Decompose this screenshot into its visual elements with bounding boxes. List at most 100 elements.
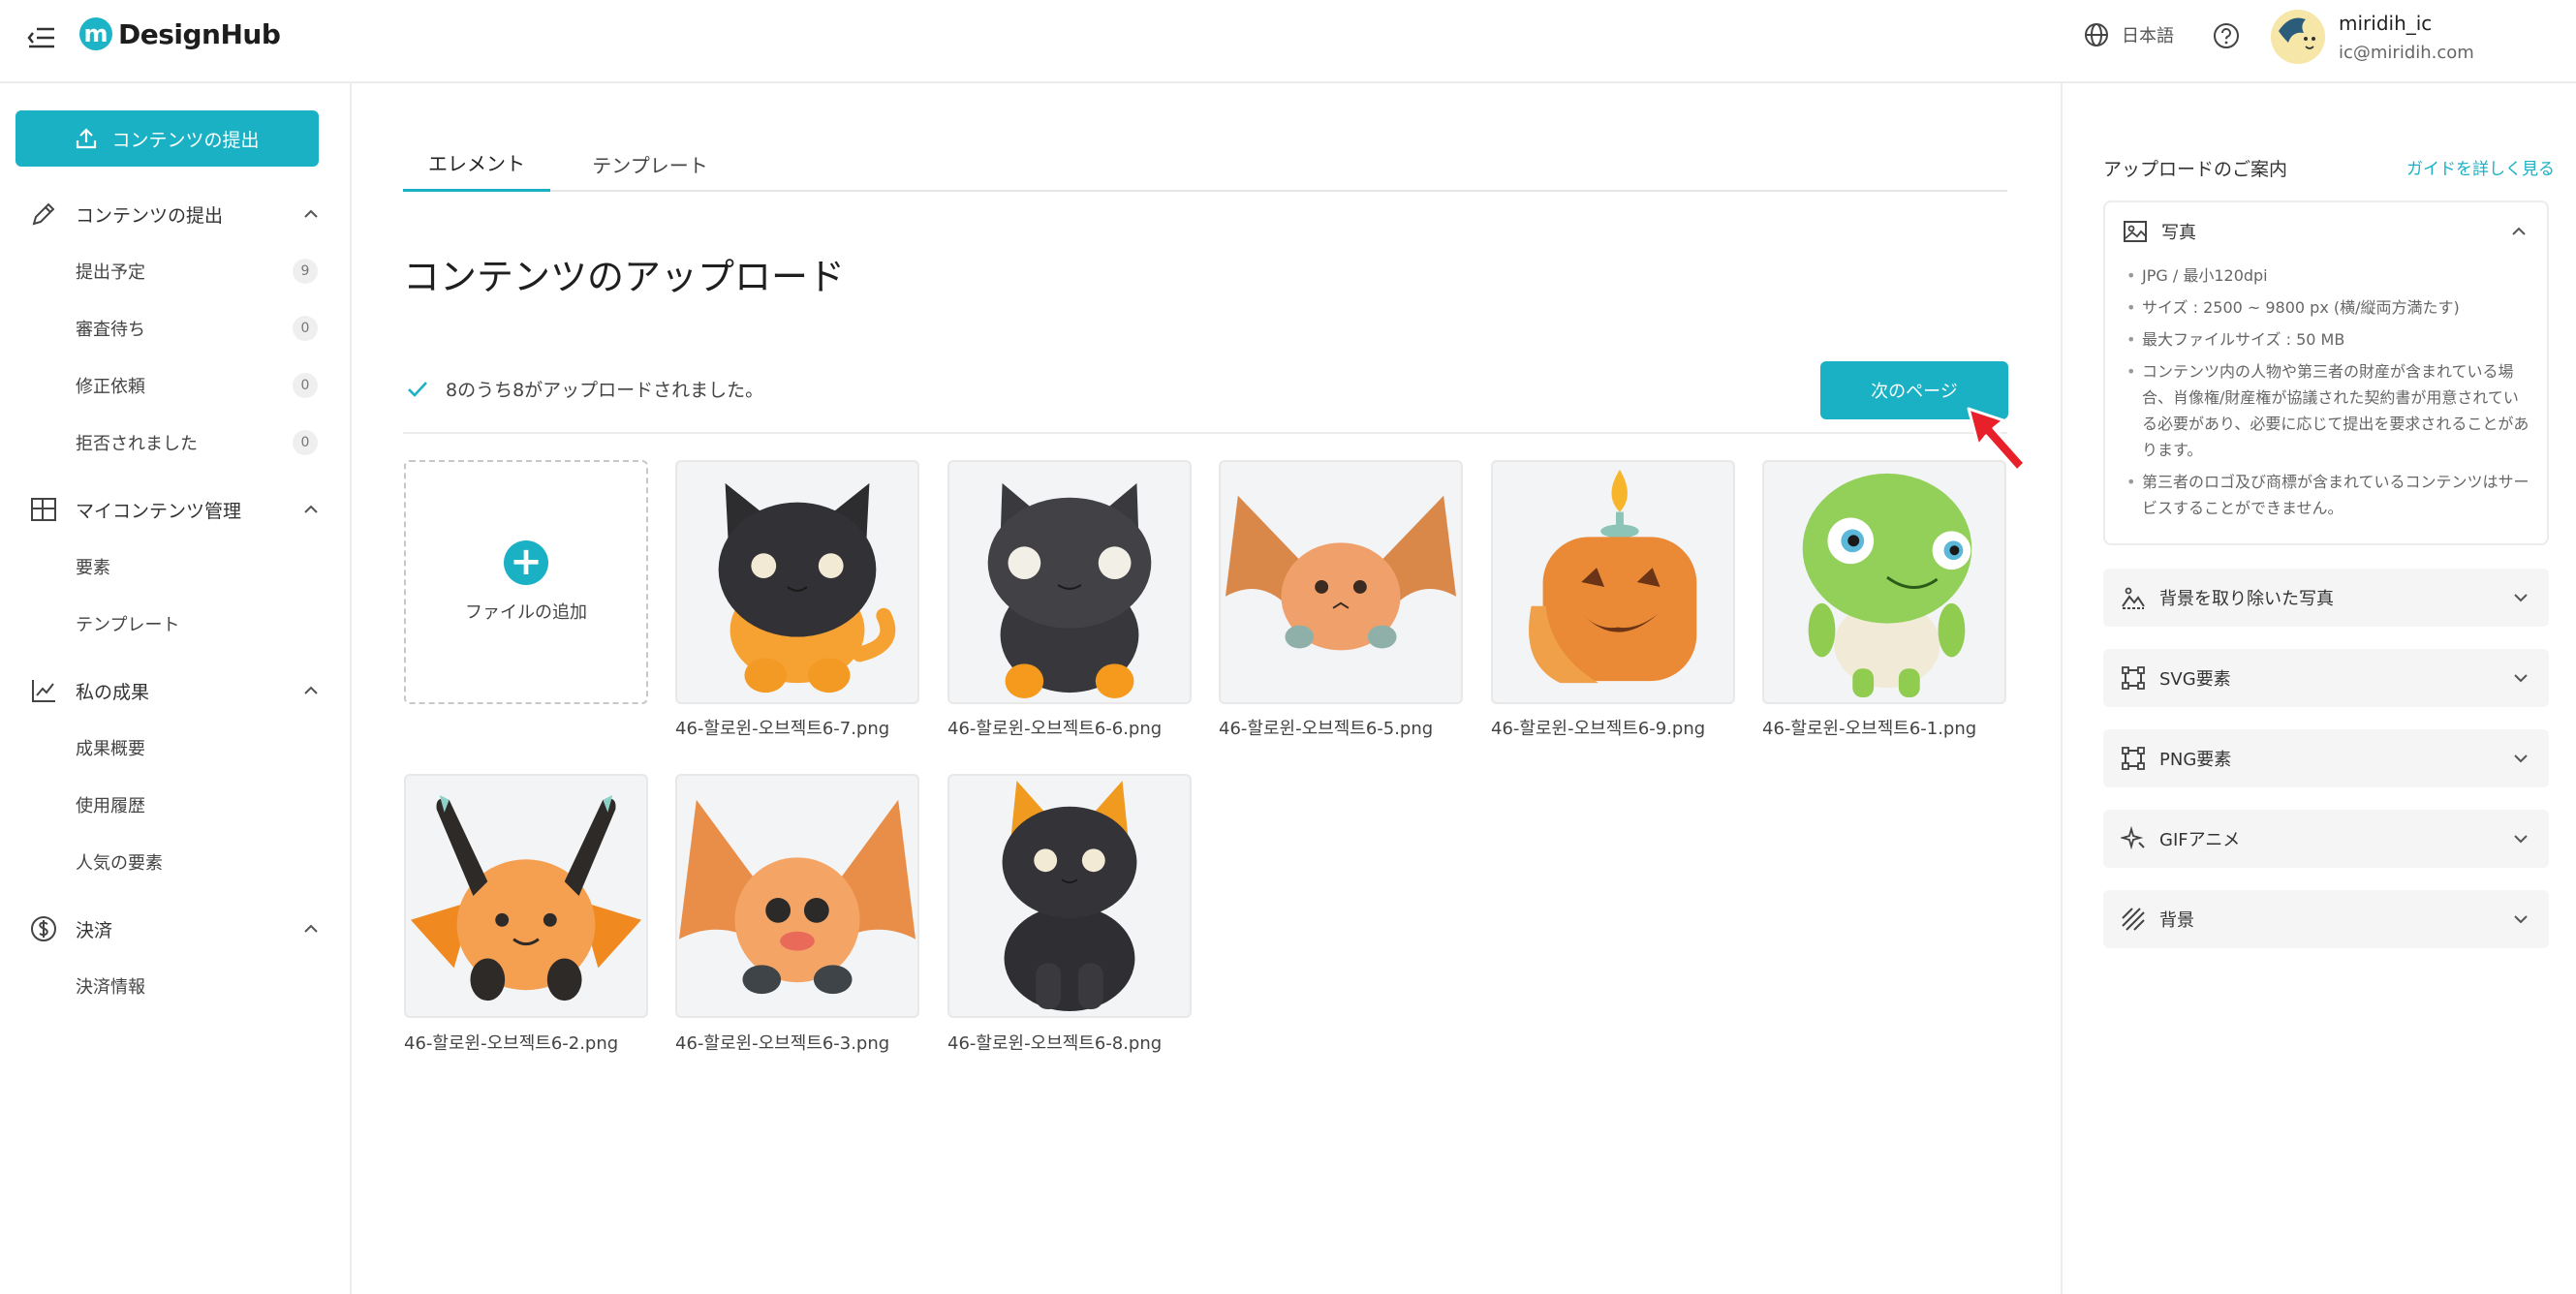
photo-rules-list: JPG / 最小120dpi サイズ : 2500 ~ 9800 px (横/縦… — [2126, 262, 2533, 527]
file-name: 46-할로윈-오브젝트6-2.png — [404, 1033, 619, 1054]
upload-status-text: 8のうち8がアップロードされました。 — [446, 380, 764, 401]
file-name: 46-할로윈-오브젝트6-6.png — [947, 719, 1163, 739]
chevron-up-icon — [2512, 227, 2526, 235]
check-icon — [408, 381, 427, 397]
chevron-up-icon — [304, 924, 318, 933]
dollar-circle-icon — [31, 916, 56, 941]
sidebar-section-my-content[interactable]: マイコンテンツ管理 — [29, 490, 320, 529]
photo-guide-card: 写真 JPG / 最小120dpi サイズ : 2500 ~ 9800 px (… — [2103, 200, 2549, 545]
help-icon[interactable] — [2212, 21, 2241, 50]
sidebar-section-my-results[interactable]: 私の成果 — [29, 671, 320, 710]
file-thumbnail[interactable] — [947, 460, 1192, 704]
sidebar-item-templates[interactable]: テンプレート — [76, 606, 318, 641]
layout-grid-icon — [31, 498, 56, 521]
accordion-cutout-photo[interactable]: 背景を取り除いた写真 — [2103, 569, 2549, 627]
sidebar-item-rejected[interactable]: 拒否されました 0 — [76, 425, 318, 460]
sidebar-section-label: 決済 — [76, 919, 113, 941]
accordion-gif-animation[interactable]: GIFアニメ — [2103, 810, 2549, 868]
chevron-down-icon — [2514, 755, 2528, 763]
guide-detail-link[interactable]: ガイドを詳しく見る — [2406, 155, 2555, 179]
tab-elements[interactable]: エレメント — [403, 136, 550, 192]
file-thumbnail[interactable] — [947, 774, 1192, 1018]
sidebar-item-usage-history[interactable]: 使用履歴 — [76, 787, 318, 822]
eared-bat-figure-image — [410, 794, 642, 1001]
tab-templates[interactable]: テンプレート — [558, 136, 742, 192]
logo-text: DesignHub — [118, 17, 281, 50]
chart-line-icon — [32, 680, 55, 702]
sidebar-item-label: 修正依頼 — [76, 377, 145, 397]
add-file-label: ファイルの追加 — [465, 602, 587, 623]
upload-status: 8のうち8がアップロードされました。 — [405, 376, 763, 402]
file-thumbnail[interactable] — [1762, 460, 2006, 704]
add-file-button[interactable]: + ファイルの追加 — [404, 460, 648, 704]
file-name: 46-할로윈-오브젝트6-9.png — [1491, 719, 1706, 739]
sidebar-item-elements[interactable]: 要素 — [76, 549, 318, 584]
photo-guide-header[interactable]: 写真 — [2105, 202, 2547, 261]
photo-rule: 第三者のロゴ及び商標が含まれているコンテンツはサービスすることができません。 — [2126, 469, 2533, 521]
small-bat-figure-image — [1225, 495, 1457, 651]
globe-icon — [2085, 23, 2108, 46]
submit-content-button[interactable]: コンテンツの提出 — [16, 110, 319, 167]
photo-rule: 最大ファイルサイズ : 50 MB — [2126, 326, 2533, 353]
file-name: 46-할로윈-오브젝트6-8.png — [947, 1033, 1163, 1054]
chevron-up-icon — [304, 505, 318, 513]
big-bat-figure-image — [678, 799, 916, 995]
chevron-down-icon — [2514, 835, 2528, 844]
orange-cat-figure-image — [718, 482, 896, 693]
collapse-menu-icon[interactable] — [25, 21, 58, 54]
accordion-svg-element[interactable]: SVG要素 — [2103, 649, 2549, 707]
sidebar-item-label: 審査待ち — [76, 320, 145, 340]
count-badge: 0 — [293, 373, 318, 398]
chevron-up-icon — [304, 686, 318, 694]
sidebar-item-revision-request[interactable]: 修正依頼 0 — [76, 368, 318, 403]
file-thumbnail[interactable] — [1219, 460, 1463, 704]
sidebar-item-results-overview[interactable]: 成果概要 — [76, 730, 318, 765]
sidebar-item-label: 要素 — [76, 558, 110, 578]
accordion-label: 背景を取り除いた写真 — [2159, 589, 2334, 609]
pumpkin-candle-figure-image — [1529, 469, 1697, 684]
count-badge: 0 — [293, 430, 318, 455]
vector-frame-icon — [2122, 747, 2145, 770]
pointer-arrow-icon — [1967, 407, 2027, 473]
black-cat-figure-image — [987, 482, 1152, 699]
file-thumbnail[interactable] — [675, 460, 919, 704]
file-name: 46-할로윈-오브젝트6-7.png — [675, 719, 890, 739]
sidebar: コンテンツの提出 コンテンツの提出 提出予定 9 審査待ち 0 修正依頼 0 拒… — [0, 83, 352, 1294]
logo-mark-icon: m — [79, 17, 112, 50]
sidebar-section-submission[interactable]: コンテンツの提出 — [29, 195, 320, 233]
user-name: miridih_ic — [2339, 12, 2433, 35]
sidebar-item-label: 成果概要 — [76, 739, 145, 759]
plus-icon: + — [504, 540, 548, 585]
top-header: m DesignHub 日本語 miridih_ic ic@miridih.co… — [0, 0, 2576, 83]
avatar-image — [2271, 10, 2325, 64]
accordion-png-element[interactable]: PNG要素 — [2103, 729, 2549, 787]
file-thumbnail[interactable] — [1491, 460, 1735, 704]
sidebar-item-label: 提出予定 — [76, 262, 145, 283]
language-selector[interactable]: 日本語 — [2083, 21, 2174, 48]
chevron-down-icon — [2514, 594, 2528, 602]
sidebar-item-pending-review[interactable]: 審査待ち 0 — [76, 311, 318, 346]
sidebar-item-label: 決済情報 — [76, 977, 145, 998]
sidebar-section-payment[interactable]: 決済 — [29, 909, 320, 948]
file-thumbnail[interactable] — [675, 774, 919, 1018]
guide-title: アップロードのご案内 — [2103, 159, 2288, 180]
sidebar-item-payment-info[interactable]: 決済情報 — [76, 969, 318, 1003]
accordion-label: PNG要素 — [2159, 750, 2232, 770]
sidebar-item-scheduled[interactable]: 提出予定 9 — [76, 254, 318, 289]
sidebar-item-popular-elements[interactable]: 人気の要素 — [76, 845, 318, 879]
file-name: 46-할로윈-오브젝트6-5.png — [1219, 719, 1434, 739]
black-cat-sitting-figure-image — [1002, 780, 1137, 1012]
user-info[interactable]: miridih_ic ic@miridih.com — [2339, 12, 2474, 63]
sidebar-section-label: 私の成果 — [76, 681, 150, 703]
logo[interactable]: m DesignHub — [79, 17, 281, 50]
stripes-icon — [2122, 908, 2145, 931]
accordion-background[interactable]: 背景 — [2103, 890, 2549, 948]
photo-guide-label: 写真 — [2161, 223, 2196, 243]
file-name: 46-할로윈-오브젝트6-1.png — [1762, 719, 1977, 739]
chevron-down-icon — [2514, 674, 2528, 683]
sidebar-item-label: テンプレート — [76, 615, 180, 635]
file-thumbnail[interactable] — [404, 774, 648, 1018]
accordion-label: SVG要素 — [2159, 669, 2231, 690]
avatar[interactable] — [2271, 10, 2325, 64]
accordion-label: 背景 — [2159, 910, 2194, 931]
